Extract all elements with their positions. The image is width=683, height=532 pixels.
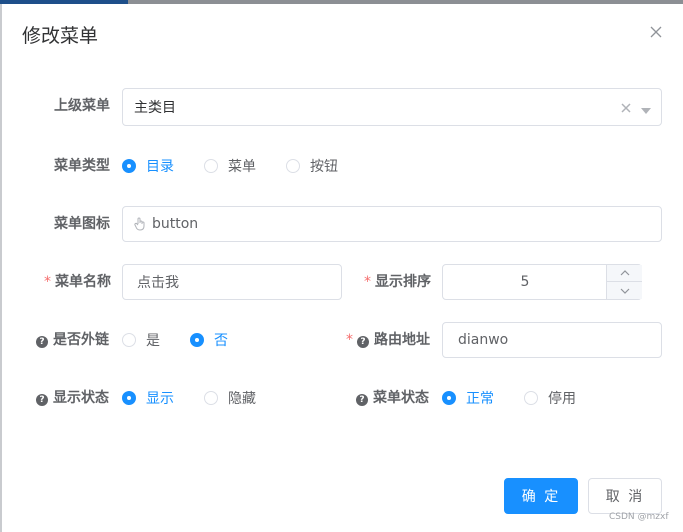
route-path-input[interactable]: dianwo [442,322,662,358]
label-text: 是否外链 [53,332,109,348]
confirm-button[interactable]: 确 定 [504,478,578,514]
radio-label: 目录 [146,159,174,175]
chevron-down-icon[interactable] [607,282,642,299]
status-label: ? 菜单状态 [356,388,429,408]
radio-dot [204,391,218,405]
radio-label: 按钮 [310,159,338,175]
chevron-up-icon[interactable] [607,265,642,282]
parent-menu-value: 主类目 [134,100,176,116]
question-circle-icon: ? [356,394,368,406]
hand-pointer-icon [134,217,146,231]
watermark: CSDN @mzxf [609,512,669,522]
menu-icon-input[interactable]: button [122,206,662,242]
menu-icon-value: button [152,216,199,232]
radio-label: 停用 [548,391,576,407]
radio-label: 显示 [146,391,174,407]
radio-label: 菜单 [228,159,256,175]
display-order-label: * 显示排序 [364,272,431,292]
is-external-radio-no[interactable]: 否 [190,330,228,350]
visible-radio-hide[interactable]: 隐藏 [204,388,256,408]
route-path-value: dianwo [458,332,509,348]
radio-label: 否 [214,333,228,349]
close-icon[interactable] [646,22,666,42]
visible-label: ? 显示状态 [36,388,109,408]
radio-dot [190,333,204,347]
route-path-label: *? 路由地址 [346,330,430,350]
radio-label: 隐藏 [228,391,256,407]
label-text: 路由地址 [374,332,430,348]
radio-dot [286,159,300,173]
is-external-radio-yes[interactable]: 是 [122,330,160,350]
menu-icon-label: 菜单图标 [54,216,110,232]
radio-dot [122,391,136,405]
radio-label: 是 [146,333,160,349]
label-text: 菜单状态 [373,390,429,406]
display-order-value: 5 [520,274,530,290]
status-radio-normal[interactable]: 正常 [442,388,494,408]
menu-type-radio-button[interactable]: 按钮 [286,156,338,176]
question-circle-icon: ? [36,336,48,348]
parent-menu-select[interactable]: 主类目 [122,88,662,126]
dialog-title: 修改菜单 [22,25,99,47]
required-mark: * [364,274,371,290]
menu-type-label: 菜单类型 [54,158,110,174]
question-circle-icon: ? [357,336,369,348]
radio-dot [442,391,456,405]
status-radio-disabled[interactable]: 停用 [524,388,576,408]
required-mark: * [346,332,353,348]
required-mark: * [44,274,51,290]
radio-dot [204,159,218,173]
menu-name-label: * 菜单名称 [44,272,111,292]
radio-label: 正常 [466,391,494,407]
menu-type-radio-menu[interactable]: 菜单 [204,156,256,176]
visible-radio-show[interactable]: 显示 [122,388,174,408]
radio-dot [122,333,136,347]
label-text: 显示状态 [53,390,109,406]
chevron-down-icon[interactable] [641,103,651,119]
edit-menu-dialog: 修改菜单 上级菜单 主类目 菜单类型 目录 菜单 按钮 菜单图标 button … [2,4,683,532]
label-text: 显示排序 [375,274,431,290]
clear-icon[interactable] [621,101,631,117]
menu-type-radio-directory[interactable]: 目录 [122,156,174,176]
label-text: 菜单名称 [55,274,111,290]
parent-menu-label: 上级菜单 [54,98,110,114]
is-external-label: ? 是否外链 [36,330,109,350]
stepper-controls [606,265,642,299]
cancel-button[interactable]: 取 消 [588,478,662,514]
radio-dot [122,159,136,173]
display-order-stepper[interactable]: 5 [442,264,642,300]
menu-name-value: 点击我 [137,275,179,291]
question-circle-icon: ? [36,394,48,406]
radio-dot [524,391,538,405]
menu-name-input[interactable]: 点击我 [122,264,342,300]
